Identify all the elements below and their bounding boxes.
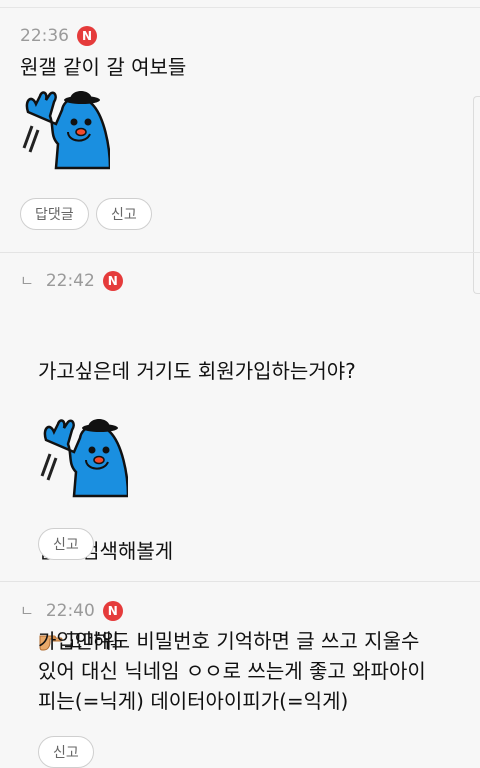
comment-text: 가입안해도 비밀번호 기억하면 글 쓰고 지울수 있어 대신 닉네임 ㅇㅇ로 쓰… <box>38 629 426 713</box>
scroll-indicator[interactable] <box>473 96 480 294</box>
new-badge-icon: N <box>77 26 97 46</box>
comment-time: 22:42 <box>45 270 95 291</box>
waving-character-sticker-icon <box>40 419 128 498</box>
comment-meta: ㄴ 22:40 N <box>20 600 123 621</box>
comment-time: 22:36 <box>20 26 69 46</box>
comment-divider <box>0 581 480 582</box>
comment-text: 원갤 같이 갈 여보들 <box>20 55 187 79</box>
report-button[interactable]: 신고 <box>38 528 94 560</box>
comment-line: 가고싶은데 거기도 회원가입하는거야? <box>38 359 356 383</box>
waving-character-sticker-icon <box>22 91 110 170</box>
top-edge <box>0 0 480 8</box>
reply-button[interactable]: 답댓글 <box>20 198 89 230</box>
new-badge-icon: N <box>102 270 123 291</box>
comment-meta: ㄴ 22:42 N <box>20 270 123 291</box>
report-button[interactable]: 신고 <box>96 198 152 230</box>
comment-time: 22:40 <box>45 600 95 621</box>
comment-meta: 22:36 N <box>20 26 97 46</box>
comment-divider <box>0 252 480 253</box>
reply-indent-icon: ㄴ <box>20 602 34 620</box>
new-badge-icon: N <box>102 600 123 621</box>
report-button[interactable]: 신고 <box>38 736 94 768</box>
reply-indent-icon: ㄴ <box>20 272 34 290</box>
